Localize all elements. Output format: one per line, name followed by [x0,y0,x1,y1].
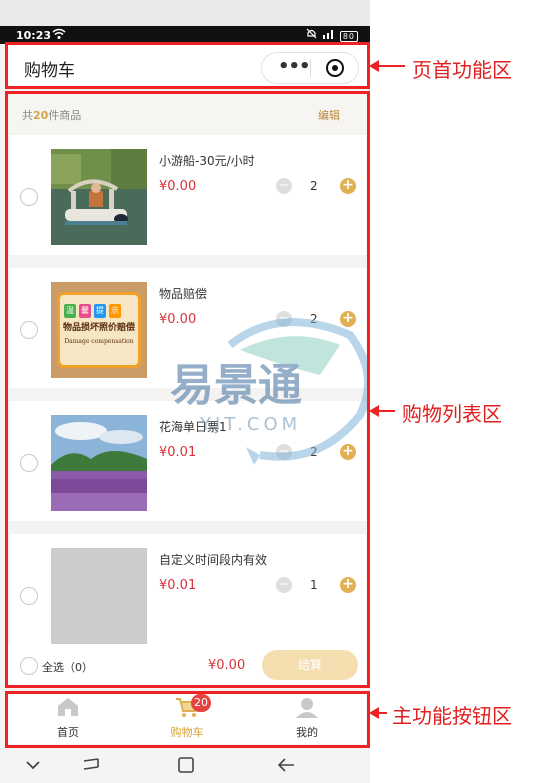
wifi-icon [52,28,66,43]
home-button-icon[interactable] [175,755,197,775]
list-annotation-box [5,91,370,688]
top-strip [0,0,370,26]
mute-icon [307,28,317,39]
battery-icon: 80 [339,31,358,42]
status-icons: 80 [306,28,358,42]
recent-apps-icon[interactable] [80,755,102,775]
back-icon[interactable] [276,755,298,775]
list-annotation-label: 购物列表区 [402,402,502,426]
chevron-down-icon[interactable] [22,755,44,775]
header-annotation-box [5,42,370,89]
tabbar-annotation-arrow [369,707,387,719]
status-time: 10:23 [16,29,52,42]
signal-icon [322,30,333,39]
system-nav-bar [0,747,370,783]
tabbar-annotation-label: 主功能按钮区 [392,704,512,728]
header-annotation-label: 页首功能区 [412,58,512,82]
header-annotation-arrow [369,60,405,72]
tabbar-annotation-box [5,691,370,748]
list-annotation-arrow [369,405,395,417]
